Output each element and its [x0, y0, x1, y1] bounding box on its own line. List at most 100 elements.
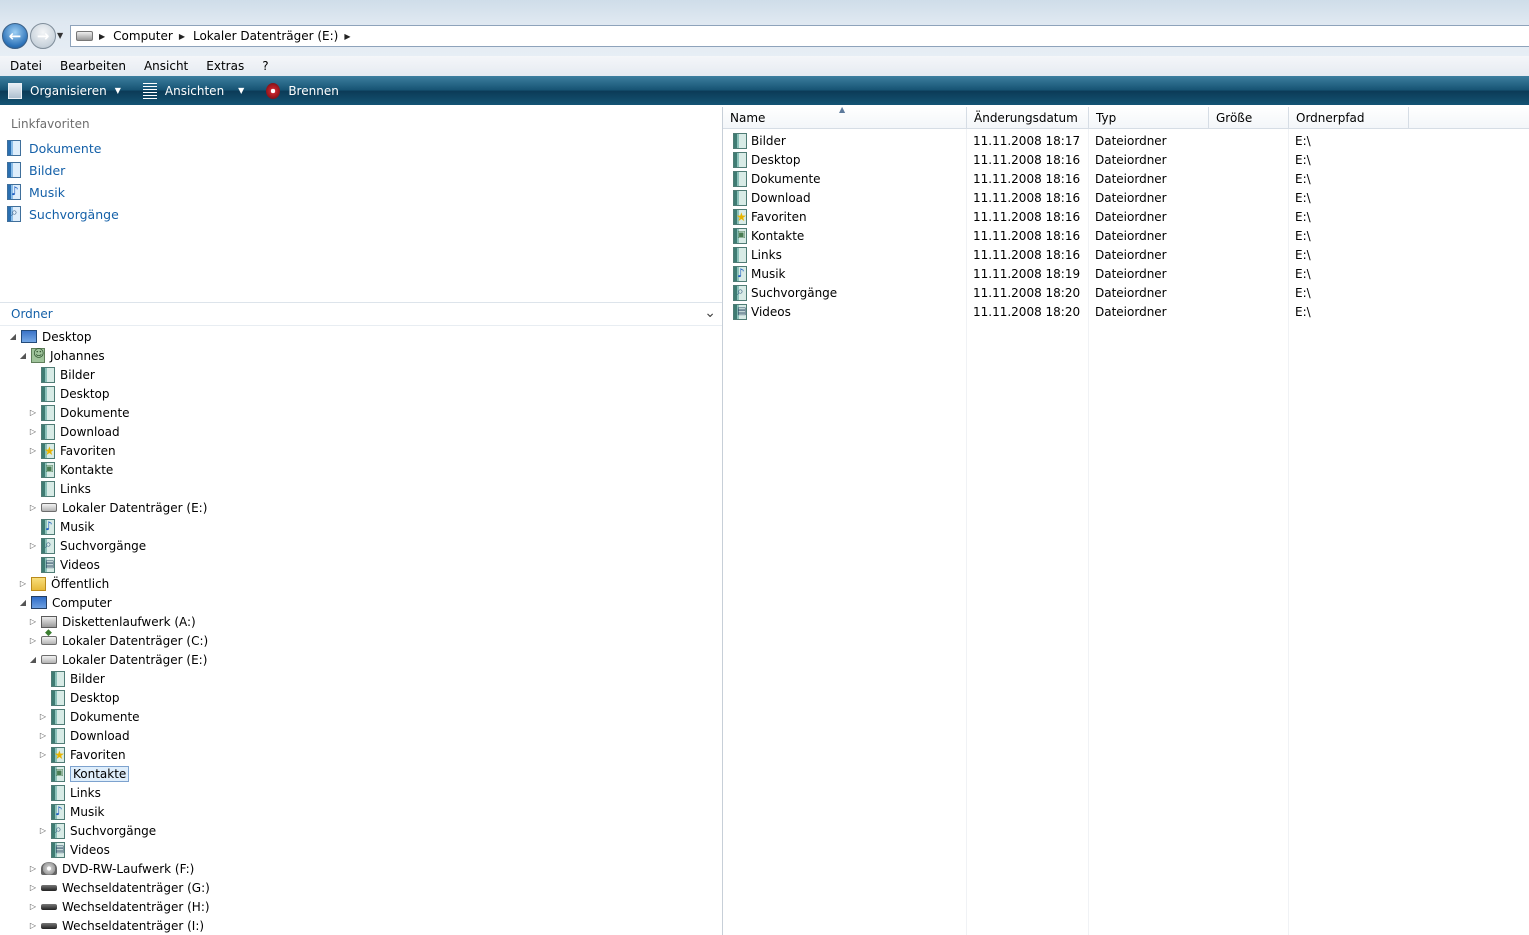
collapsed-arrow-icon[interactable]: ▷	[28, 446, 38, 455]
tree-item[interactable]: ◢ Johannes	[18, 346, 105, 365]
favorite-link-pictures[interactable]: Bilder	[7, 161, 65, 179]
menu-datei[interactable]: Datei	[0, 59, 51, 73]
menu-ansicht[interactable]: Ansicht	[134, 59, 197, 73]
collapsed-arrow-icon[interactable]: ▷	[38, 750, 48, 759]
breadcrumb-separator-icon[interactable]: ▶	[344, 32, 350, 41]
file-row[interactable]: Suchvorgänge 11.11.2008 18:20 Dateiordner E…	[723, 283, 1529, 302]
breadcrumb-separator-icon[interactable]: ▶	[179, 32, 185, 41]
file-name-cell: Desktop	[723, 150, 801, 169]
tree-item[interactable]: ▷ Favoriten	[28, 441, 116, 460]
tree-item[interactable]: Bilder	[38, 669, 105, 688]
tree-item[interactable]: ▷ Wechseldatenträger (H:)	[28, 897, 210, 916]
navigation-pane: Linkfavoriten Dokumente Bilder Musik Suc…	[0, 107, 722, 935]
tree-item[interactable]: Musik	[38, 802, 105, 821]
user-folder-icon	[31, 347, 45, 363]
menu-help[interactable]: ?	[252, 59, 277, 73]
tree-item[interactable]: Musik	[28, 517, 95, 536]
tree-item[interactable]: ▷ Lokaler Datenträger (C:)	[28, 628, 208, 650]
favorite-link-documents[interactable]: Dokumente	[7, 139, 101, 157]
expanded-arrow-icon[interactable]: ◢	[18, 351, 28, 360]
organize-button[interactable]: Organisieren ▼	[8, 82, 121, 99]
file-row[interactable]: Musik 11.11.2008 18:19 Dateiordner E:\	[723, 264, 1529, 283]
favorite-link-searches[interactable]: Suchvorgänge	[7, 205, 119, 223]
column-header-path[interactable]: Ordnerpfad	[1289, 107, 1409, 129]
tree-item[interactable]: Desktop	[28, 384, 110, 403]
collapsed-arrow-icon[interactable]: ▷	[28, 503, 38, 512]
collapsed-arrow-icon[interactable]: ▷	[28, 921, 38, 930]
collapsed-arrow-icon[interactable]: ▷	[28, 864, 38, 873]
menu-extras[interactable]: Extras	[196, 59, 253, 73]
menu-bearbeiten[interactable]: Bearbeiten	[50, 59, 135, 73]
tree-item[interactable]: ▷ Download	[38, 726, 130, 745]
dropdown-arrow-icon[interactable]: ▼	[238, 86, 244, 95]
tree-item-label: Favoriten	[60, 443, 116, 458]
collapsed-arrow-icon[interactable]: ▷	[28, 541, 38, 550]
breadcrumb-drive-e[interactable]: Lokaler Datenträger (E:)	[193, 29, 338, 43]
file-type-text: Dateiordner	[1095, 171, 1167, 186]
file-row[interactable]: Favoriten 11.11.2008 18:16 Dateiordner E:\	[723, 207, 1529, 226]
file-row[interactable]: Download 11.11.2008 18:16 Dateiordner E:\	[723, 188, 1529, 207]
collapsed-arrow-icon[interactable]: ▷	[28, 636, 38, 645]
column-header-name[interactable]: Name ▲	[723, 105, 967, 129]
tree-item[interactable]: ▷ Lokaler Datenträger (E:)	[28, 498, 207, 517]
tree-item[interactable]: Bilder	[28, 365, 95, 384]
tree-item[interactable]: ▷ Suchvorgänge	[38, 821, 156, 840]
file-row[interactable]: Videos 11.11.2008 18:20 Dateiordner E:\	[723, 302, 1529, 321]
tree-item[interactable]: ▷ Dokumente	[28, 403, 130, 422]
column-header-type[interactable]: Typ	[1089, 107, 1209, 129]
file-row[interactable]: Dokumente 11.11.2008 18:16 Dateiordner E:\	[723, 169, 1529, 188]
tree-item[interactable]: Kontakte	[28, 460, 113, 479]
tree-item[interactable]: ▷ Wechseldatenträger (G:)	[28, 878, 210, 897]
favorite-link-music[interactable]: Musik	[7, 183, 65, 201]
file-row[interactable]: Kontakte 11.11.2008 18:16 Dateiordner E:\	[723, 226, 1529, 245]
file-row[interactable]: Links 11.11.2008 18:16 Dateiordner E:\	[723, 245, 1529, 264]
tree-item[interactable]: ▷ Favoriten	[38, 745, 126, 764]
collapsed-arrow-icon[interactable]: ▷	[38, 731, 48, 740]
tree-item[interactable]: Desktop	[38, 688, 120, 707]
expanded-arrow-icon[interactable]: ◢	[8, 332, 18, 341]
expanded-arrow-icon[interactable]: ◢	[18, 598, 28, 607]
breadcrumb-separator-icon[interactable]: ▶	[99, 32, 105, 41]
recent-pages-dropdown[interactable]: ▼	[57, 31, 63, 40]
tree-item[interactable]: ▷ Wechseldatenträger (I:)	[28, 916, 204, 935]
tree-item[interactable]: ▷ DVD-RW-Laufwerk (F:)	[28, 859, 194, 878]
collapsed-arrow-icon[interactable]: ▷	[18, 579, 28, 588]
burn-button[interactable]: Brennen	[266, 82, 339, 99]
expanded-arrow-icon[interactable]: ◢	[28, 655, 38, 664]
chevron-down-icon[interactable]: ⌄	[704, 305, 716, 321]
file-type-text: Dateiordner	[1095, 304, 1167, 319]
tree-item[interactable]: ◢ Desktop	[8, 327, 92, 346]
tree-item[interactable]: Videos	[28, 555, 100, 574]
tree-item[interactable]: Links	[38, 783, 101, 802]
tree-item[interactable]: ◢ Lokaler Datenträger (E:)	[28, 650, 207, 669]
collapsed-arrow-icon[interactable]: ▷	[28, 902, 38, 911]
back-button[interactable]: ←	[2, 23, 28, 49]
tree-item[interactable]: Links	[28, 479, 91, 498]
views-button[interactable]: Ansichten ▼	[142, 82, 244, 99]
folders-pane-header[interactable]: Ordner ⌄	[0, 302, 722, 326]
file-row[interactable]: Desktop 11.11.2008 18:16 Dateiordner E:\	[723, 150, 1529, 169]
forward-button[interactable]: →	[30, 23, 56, 49]
collapsed-arrow-icon[interactable]: ▷	[38, 712, 48, 721]
tree-item[interactable]: ▷ Öffentlich	[18, 574, 109, 593]
tree-item[interactable]: ▷ Download	[28, 422, 120, 441]
tree-item[interactable]: ◢ Computer	[18, 593, 112, 612]
collapsed-arrow-icon[interactable]: ▷	[28, 617, 38, 626]
breadcrumb-computer[interactable]: Computer	[113, 29, 173, 43]
tree-item[interactable]: ▷ Dokumente	[38, 707, 140, 726]
file-row[interactable]: Bilder 11.11.2008 18:17 Dateiordner E:\	[723, 131, 1529, 150]
tree-item[interactable]: Videos	[38, 840, 110, 859]
column-header-size[interactable]: Größe	[1209, 107, 1289, 129]
tree-item-selected[interactable]: Kontakte	[38, 764, 130, 783]
collapsed-arrow-icon[interactable]: ▷	[28, 883, 38, 892]
column-header-date[interactable]: Änderungsdatum	[967, 107, 1089, 129]
videos-folder-icon	[41, 556, 55, 573]
collapsed-arrow-icon[interactable]: ▷	[28, 408, 38, 417]
tree-item[interactable]: ▷ Diskettenlaufwerk (A:)	[28, 612, 196, 631]
address-bar[interactable]: ▶ Computer ▶ Lokaler Datenträger (E:) ▶	[70, 25, 1529, 47]
tree-item-label: Suchvorgänge	[60, 538, 147, 553]
collapsed-arrow-icon[interactable]: ▷	[28, 427, 38, 436]
collapsed-arrow-icon[interactable]: ▷	[38, 826, 48, 835]
file-type-text: Dateiordner	[1095, 285, 1167, 300]
tree-item[interactable]: ▷ Suchvorgänge	[28, 536, 146, 555]
